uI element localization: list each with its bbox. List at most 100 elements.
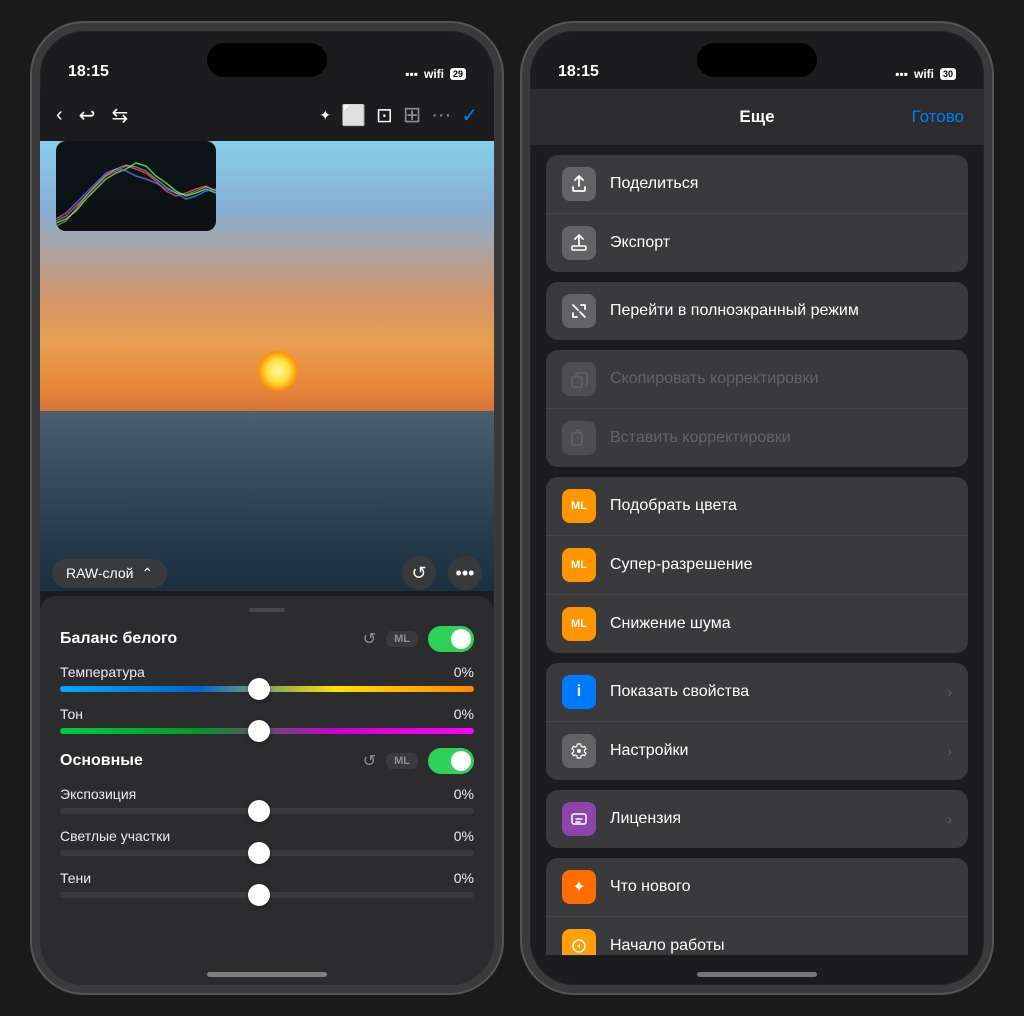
done-button[interactable]: Готово [912, 107, 965, 127]
shadows-slider[interactable] [60, 892, 474, 898]
whats-new-label: Что нового [610, 878, 952, 896]
paste-corrections-icon [562, 421, 596, 455]
shadows-row: Тени 0% [60, 870, 474, 898]
denoise-item[interactable]: ML Снижение шума [546, 595, 968, 653]
share-group: Поделиться Экспорт [546, 155, 968, 272]
white-balance-title: Баланс белого [60, 630, 177, 648]
menu-title: Еще [739, 107, 774, 127]
settings-label: Настройки [610, 742, 939, 760]
temperature-slider[interactable] [60, 686, 474, 692]
match-colors-icon: ML [562, 489, 596, 523]
white-balance-toggle[interactable] [428, 626, 474, 652]
toolbar-center: ✦ ⬜ ⊡ ⊞ ··· ✓ [319, 102, 478, 128]
getting-started-icon [562, 929, 596, 955]
corrections-group: Скопировать корректировки Вставить корре… [546, 350, 968, 467]
ai-group: ML Подобрать цвета ML Супер-разрешение M… [546, 477, 968, 653]
settings-item[interactable]: Настройки › [546, 722, 968, 780]
copy-corrections-icon [562, 362, 596, 396]
paste-corrections-label: Вставить корректировки [610, 429, 952, 447]
getting-started-item[interactable]: Начало работы [546, 917, 968, 955]
layer-bar: RAW-слой ⌃ ↺ ••• [52, 551, 482, 595]
whats-new-icon: ✦ [562, 870, 596, 904]
shadows-value: 0% [454, 870, 474, 886]
editor-toolbar: ‹ ↩ ⇆ ✦ ⬜ ⊡ ⊞ ··· ✓ [40, 89, 494, 141]
histogram [56, 141, 216, 231]
check-button[interactable]: ✓ [461, 103, 478, 128]
export-label: Экспорт [610, 234, 952, 252]
license-chevron: › [947, 811, 952, 827]
copy-corrections-label: Скопировать корректировки [610, 370, 952, 388]
denoise-label: Снижение шума [610, 615, 952, 633]
highlights-row: Светлые участки 0% [60, 828, 474, 856]
tint-row: Тон 0% [60, 706, 474, 734]
battery-left: 29 [450, 68, 466, 80]
main-title: Основные [60, 752, 143, 770]
exposure-value: 0% [454, 786, 474, 802]
main-ml[interactable]: ML [386, 753, 418, 769]
match-colors-item[interactable]: ML Подобрать цвета [546, 477, 968, 536]
export-icon [562, 226, 596, 260]
layer-chevron: ⌃ [141, 565, 153, 582]
back-button[interactable]: ‹ [56, 104, 63, 127]
properties-icon: i [562, 675, 596, 709]
signal-icon: ▪▪▪ [405, 67, 418, 81]
settings-chevron: › [947, 743, 952, 759]
redo-button[interactable]: ⇆ [111, 103, 128, 128]
home-indicator-right [697, 972, 817, 977]
grid-button[interactable]: ⊞ [403, 102, 421, 128]
more-button[interactable]: ··· [431, 104, 451, 127]
exposure-label: Экспозиция [60, 786, 136, 802]
whats-new-item[interactable]: ✦ Что нового [546, 858, 968, 917]
fullscreen-group: Перейти в полноэкранный режим [546, 282, 968, 340]
temperature-row: Температура 0% [60, 664, 474, 692]
exposure-slider[interactable] [60, 808, 474, 814]
properties-chevron: › [947, 684, 952, 700]
super-res-item[interactable]: ML Супер-разрешение [546, 536, 968, 595]
share-icon [562, 167, 596, 201]
main-reset[interactable]: ↺ [363, 751, 376, 771]
fullscreen-item[interactable]: Перейти в полноэкранный режим [546, 282, 968, 340]
layer-more-button[interactable]: ••• [448, 556, 482, 590]
menu-header: Еще Готово [530, 89, 984, 145]
magic-button[interactable]: ✦ [319, 107, 331, 124]
eraser-button[interactable]: ⬜ [341, 103, 366, 128]
properties-label: Показать свойства [610, 683, 939, 701]
main-toggle[interactable] [428, 748, 474, 774]
main-header: Основные ↺ ML [60, 748, 474, 774]
paste-corrections-item[interactable]: Вставить корректировки [546, 409, 968, 467]
match-colors-label: Подобрать цвета [610, 497, 952, 515]
license-item[interactable]: Лицензия › [546, 790, 968, 848]
white-balance-reset[interactable]: ↺ [363, 629, 376, 649]
white-balance-ml[interactable]: ML [386, 631, 418, 647]
tint-value: 0% [454, 706, 474, 722]
dynamic-island-left [207, 43, 327, 77]
status-icons-right: ▪▪▪ wifi 30 [895, 67, 956, 81]
export-item[interactable]: Экспорт [546, 214, 968, 272]
undo-button[interactable]: ↩ [79, 103, 96, 128]
copy-corrections-item[interactable]: Скопировать корректировки [546, 350, 968, 409]
tint-label: Тон [60, 706, 83, 722]
info-group: i Показать свойства › Настройки › [546, 663, 968, 780]
wifi-icon: wifi [424, 67, 444, 81]
layer-name: RAW-слой [66, 565, 133, 581]
layer-pill[interactable]: RAW-слой ⌃ [52, 559, 167, 588]
share-item[interactable]: Поделиться [546, 155, 968, 214]
highlights-slider[interactable] [60, 850, 474, 856]
wifi-icon-right: wifi [914, 67, 934, 81]
share-label: Поделиться [610, 175, 952, 193]
white-balance-header: Баланс белого ↺ ML [60, 626, 474, 652]
tint-slider[interactable] [60, 728, 474, 734]
properties-item[interactable]: i Показать свойства › [546, 663, 968, 722]
help-group: ✦ Что нового Начало работы [546, 858, 968, 955]
time-right: 18:15 [558, 63, 599, 81]
right-phone: 18:15 ▪▪▪ wifi 30 Еще Готово Поделиться [522, 23, 992, 993]
home-indicator-left [207, 972, 327, 977]
toolbar-left: ‹ ↩ ⇆ [56, 103, 128, 128]
layer-reset-button[interactable]: ↺ [402, 556, 436, 590]
main-controls: ↺ ML [363, 748, 474, 774]
denoise-icon: ML [562, 607, 596, 641]
getting-started-label: Начало работы [610, 937, 952, 955]
signal-icon-right: ▪▪▪ [895, 67, 908, 81]
license-group: Лицензия › [546, 790, 968, 848]
crop-button[interactable]: ⊡ [376, 103, 393, 128]
